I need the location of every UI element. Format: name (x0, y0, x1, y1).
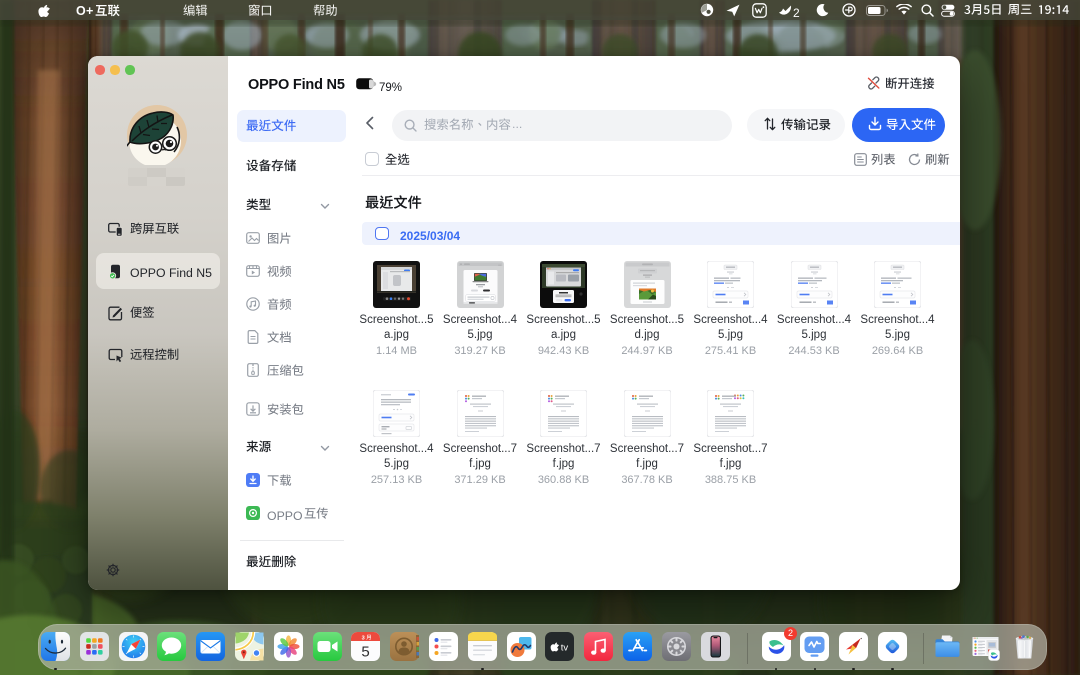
svg-text:3: 3 (362, 635, 365, 641)
svg-text:5: 5 (362, 643, 370, 660)
svg-text:tv: tv (561, 642, 569, 653)
